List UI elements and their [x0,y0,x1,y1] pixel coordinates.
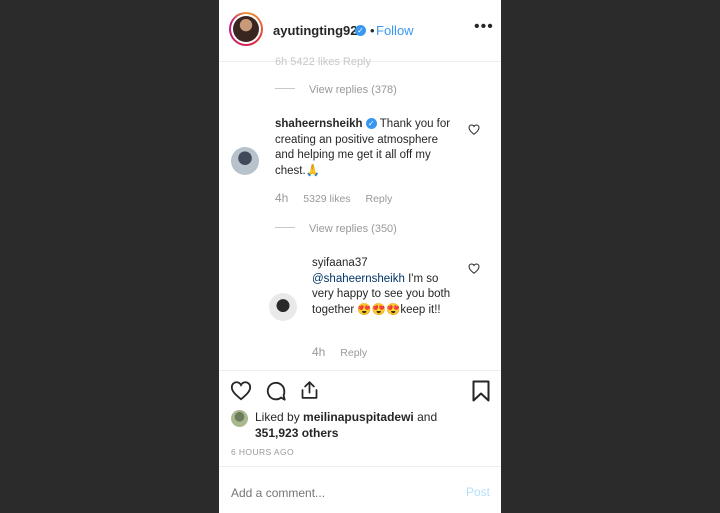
profile-avatar[interactable] [229,12,263,46]
post-button[interactable]: Post [466,485,490,499]
verified-badge-icon: ✓ [365,118,377,129]
post-panel: ayutingting92 ✓ • Follow ••• 6h 5422 lik… [219,0,501,513]
comment-meta: 4h Reply [312,345,379,359]
like-comment-heart-icon[interactable] [468,263,480,274]
view-replies-button[interactable]: View replies (378) [275,84,397,96]
likes-count-link[interactable]: 351,923 others [255,426,338,440]
liker-avatar[interactable] [231,410,248,427]
comment-time: 4h [312,345,326,359]
comment: shaheernsheikh ✓ Thank you for creating … [275,117,455,179]
like-comment-heart-icon[interactable] [468,124,480,135]
reply-line-icon [275,227,295,228]
like-heart-icon[interactable] [230,380,252,401]
view-replies-button[interactable]: View replies (350) [275,223,397,235]
bookmark-icon[interactable] [472,380,490,402]
comment-box: Post [219,466,501,513]
commenter-avatar[interactable] [231,147,259,175]
share-icon[interactable] [299,379,320,401]
comment-meta: 4h 5329 likes Reply [275,191,404,205]
follow-button[interactable]: Follow [376,23,414,38]
mention-link[interactable]: @shaheernsheikh [312,273,405,285]
comment-username[interactable]: shaheernsheikh [275,118,363,130]
reply-line-icon [275,88,295,89]
comment-likes[interactable]: 5329 likes [303,193,350,205]
divider [219,370,501,371]
reply-button[interactable]: Reply [340,347,367,359]
cut-off-comment-meta: 6h 5422 likes Reply [275,56,372,68]
post-header: ayutingting92 ✓ • Follow ••• [219,0,501,62]
liked-by-conjunction: and [417,410,438,424]
verified-badge-icon: ✓ [355,25,366,36]
comment-time: 4h [275,191,289,205]
more-options-icon[interactable]: ••• [474,18,494,36]
comment-bubble-icon[interactable] [265,380,287,402]
add-comment-input[interactable] [231,486,451,500]
view-replies-label: View replies (350) [309,223,397,235]
commenter-avatar[interactable] [269,293,297,321]
reply-comment: syifaana37 @shaheernsheikh I'm so very h… [312,256,462,318]
comment-username[interactable]: syifaana37 [312,257,368,269]
liked-by-prefix: Liked by [255,410,300,424]
header-username[interactable]: ayutingting92 [273,23,358,38]
view-replies-label: View replies (378) [309,84,397,96]
liker-username[interactable]: meilinapuspitadewi [303,410,414,424]
reply-button[interactable]: Reply [365,193,392,205]
liked-by-summary: Liked by meilinapuspitadewi and 351,923 … [255,409,485,441]
header-separator: • [370,23,375,38]
post-timestamp[interactable]: 6 HOURS AGO [231,447,294,457]
